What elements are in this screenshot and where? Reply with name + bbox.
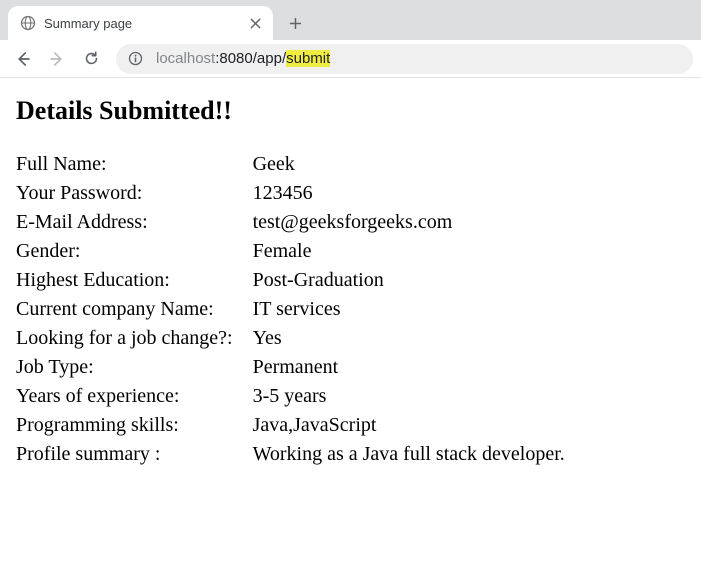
field-label: Looking for a job change?: [16,324,253,353]
close-icon[interactable] [247,15,263,31]
field-label: E-Mail Address: [16,208,253,237]
table-row: Looking for a job change?:Yes [16,324,565,353]
field-value: 3-5 years [253,382,565,411]
address-bar[interactable]: localhost:8080/app/submit [116,44,693,74]
forward-button[interactable] [42,44,72,74]
details-table: Full Name:GeekYour Password:123456E-Mail… [16,150,565,469]
field-value: test@geeksforgeeks.com [253,208,565,237]
field-label: Full Name: [16,150,253,179]
url-path-highlight: submit [286,50,330,67]
field-label: Current company Name: [16,295,253,324]
url-path-prefix: /app/ [253,50,286,67]
table-row: Highest Education:Post-Graduation [16,266,565,295]
table-row: Programming skills:Java,JavaScript [16,411,565,440]
field-value: IT services [253,295,565,324]
field-label: Gender: [16,237,253,266]
page-title: Details Submitted!! [16,96,685,126]
table-row: Your Password:123456 [16,179,565,208]
url-host: localhost [156,50,215,67]
field-label: Programming skills: [16,411,253,440]
url-text: localhost:8080/app/submit [156,50,330,67]
table-row: E-Mail Address:test@geeksforgeeks.com [16,208,565,237]
table-row: Full Name:Geek [16,150,565,179]
field-label: Years of experience: [16,382,253,411]
browser-tab[interactable]: Summary page [8,6,273,40]
reload-button[interactable] [76,44,106,74]
globe-icon [20,15,36,31]
table-row: Current company Name:IT services [16,295,565,324]
new-tab-button[interactable] [281,9,309,37]
field-value: Post-Graduation [253,266,565,295]
field-value: Yes [253,324,565,353]
field-label: Job Type: [16,353,253,382]
field-value: Working as a Java full stack developer. [253,440,565,469]
field-label: Your Password: [16,179,253,208]
table-row: Profile summary :Working as a Java full … [16,440,565,469]
back-button[interactable] [8,44,38,74]
page-content: Details Submitted!! Full Name:GeekYour P… [0,78,701,487]
field-label: Profile summary : [16,440,253,469]
table-row: Gender:Female [16,237,565,266]
field-value: Geek [253,150,565,179]
tab-title: Summary page [44,16,247,31]
table-row: Job Type:Permanent [16,353,565,382]
info-icon[interactable] [128,51,144,67]
url-port: :8080 [215,50,253,67]
field-label: Highest Education: [16,266,253,295]
table-row: Years of experience:3-5 years [16,382,565,411]
tab-bar: Summary page [0,0,701,40]
field-value: Java,JavaScript [253,411,565,440]
field-value: Female [253,237,565,266]
browser-toolbar: localhost:8080/app/submit [0,40,701,78]
field-value: 123456 [253,179,565,208]
field-value: Permanent [253,353,565,382]
